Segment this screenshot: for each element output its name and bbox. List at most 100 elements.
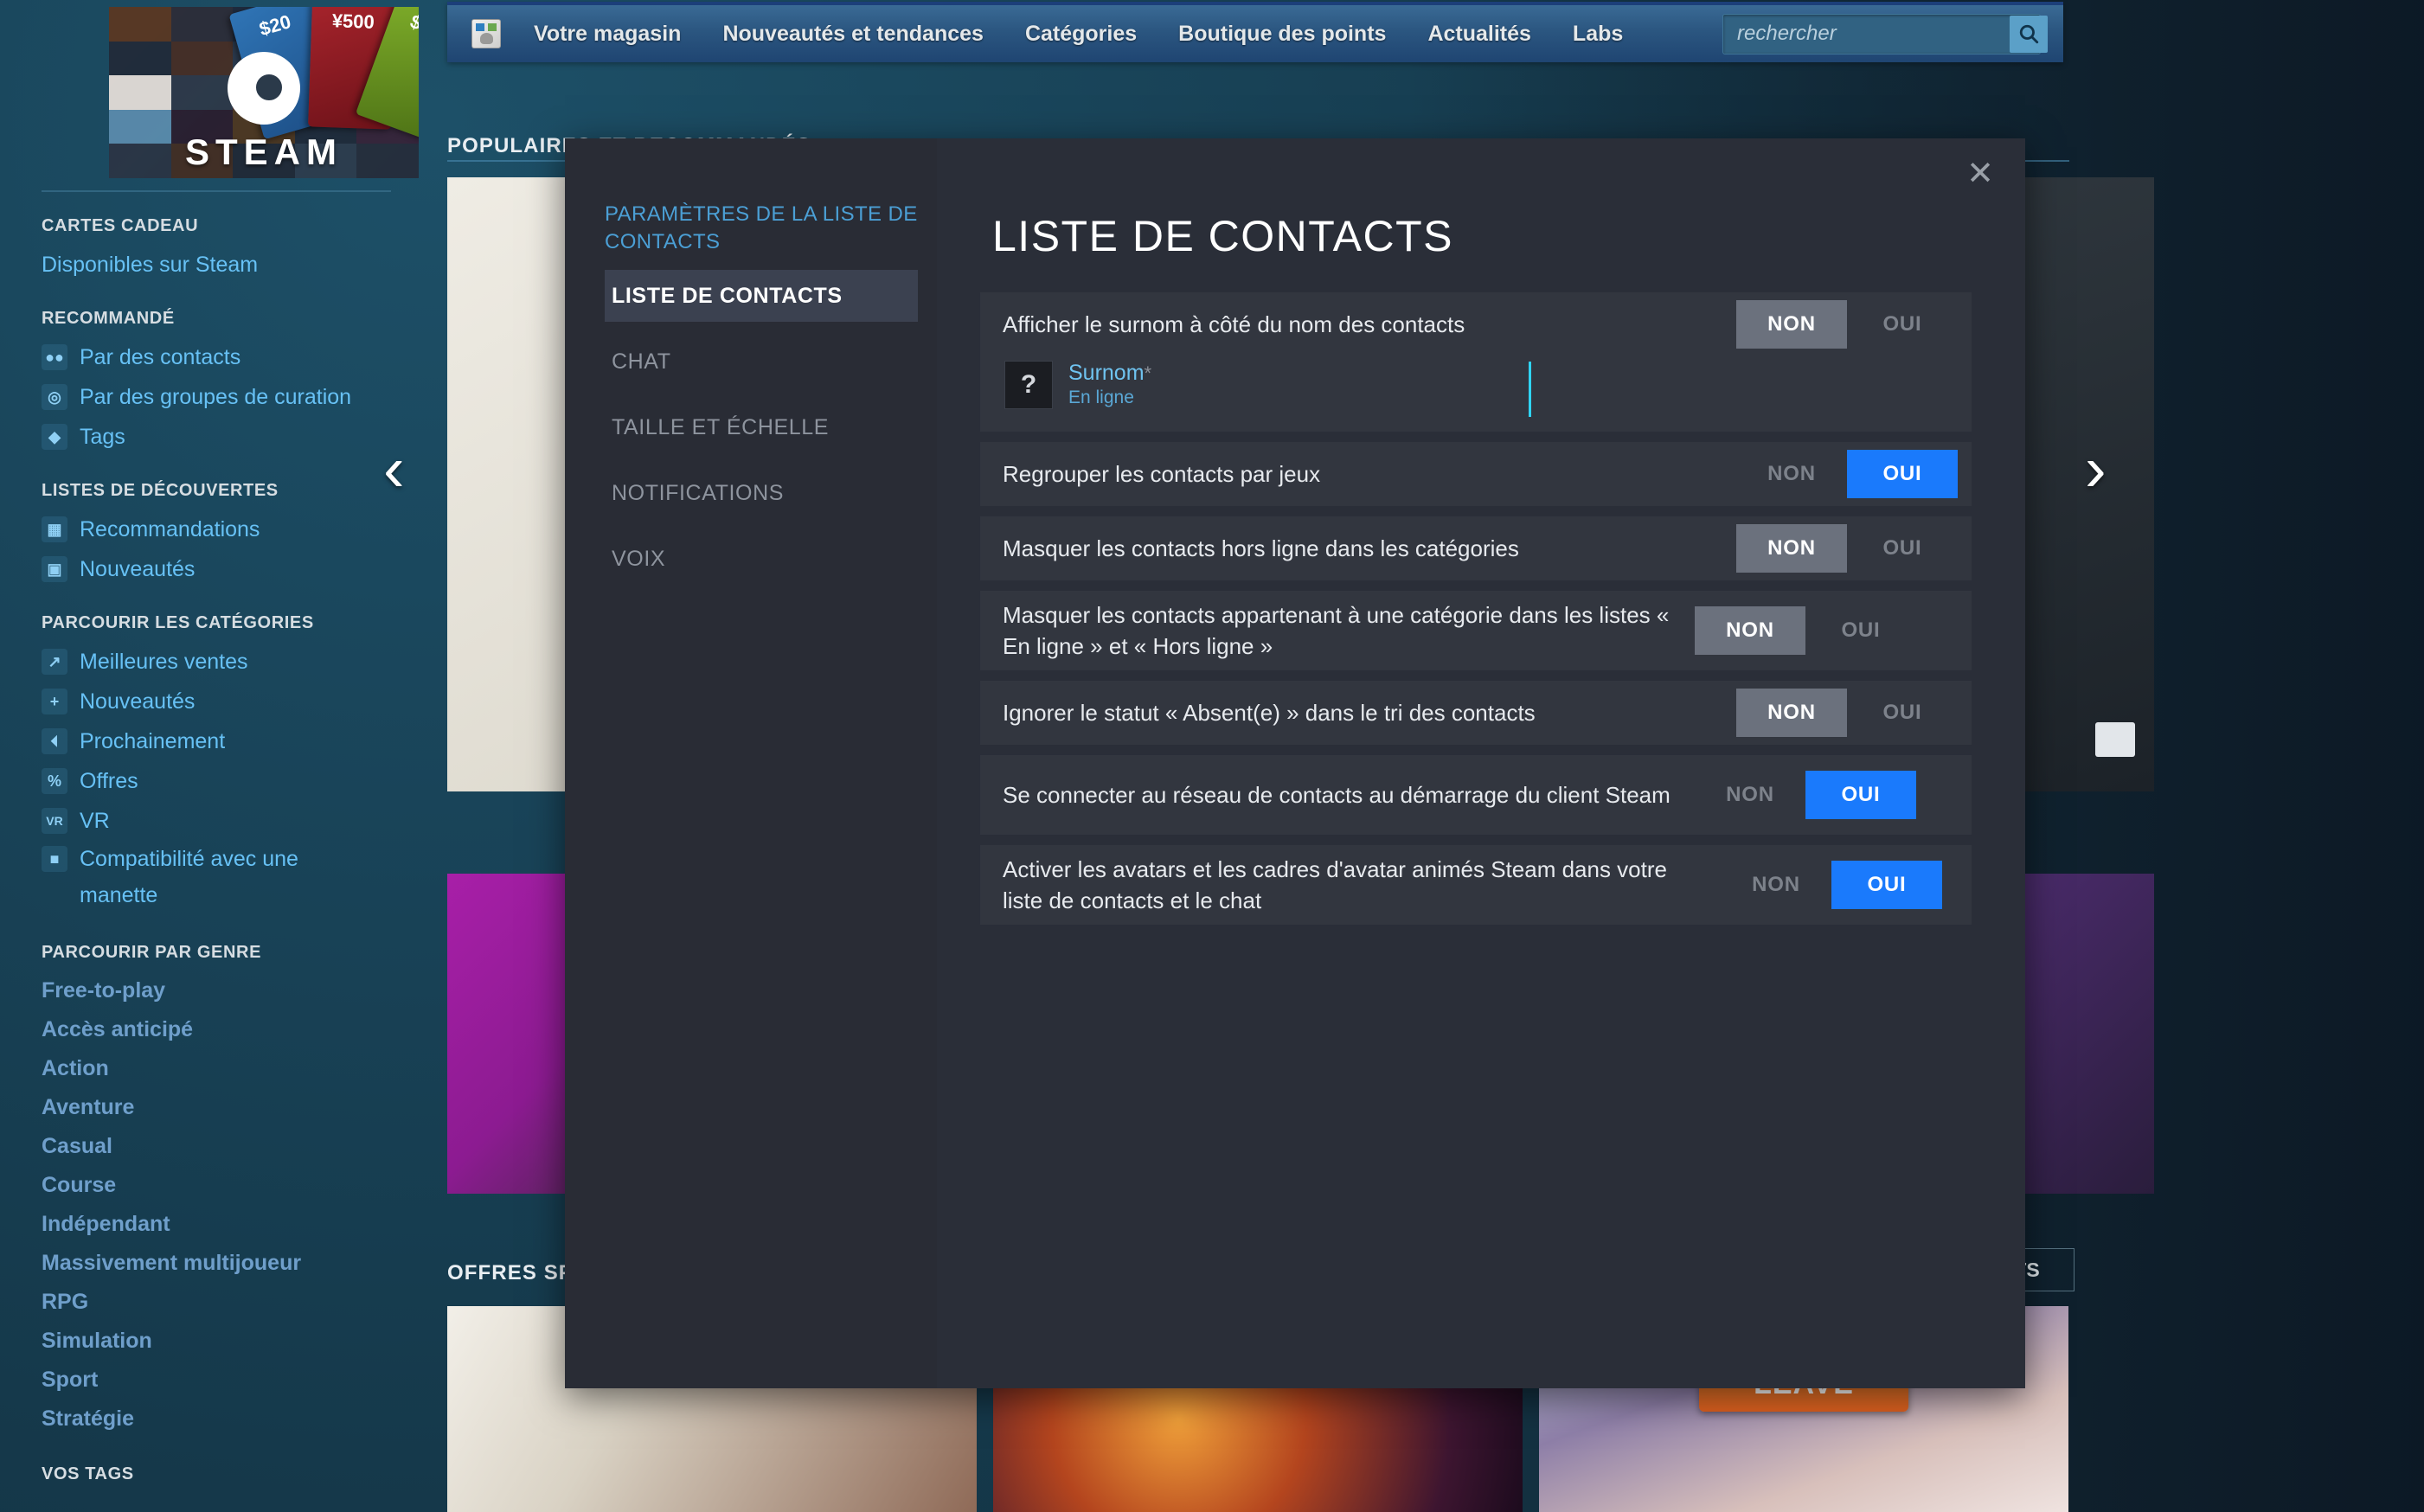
nav-item-categories[interactable]: Catégories: [1004, 22, 1157, 47]
sidebar-genre-racing[interactable]: Course: [42, 1166, 398, 1205]
sidebar-item-label: Nouveautés: [80, 689, 196, 714]
carousel-next-arrow[interactable]: ›: [2085, 437, 2107, 501]
store-navigation-bar: Votre magasin Nouveautés et tendances Ca…: [447, 2, 2063, 62]
sidebar-genre-adventure[interactable]: Aventure: [42, 1088, 398, 1127]
gift-cards-image: $20 ¥500 $100 STEAM: [109, 7, 419, 178]
setting-label: Afficher le surnom à côté du nom des con…: [1003, 311, 1465, 337]
sidebar-genre-strategy[interactable]: Stratégie: [42, 1400, 398, 1438]
nav-item-your-store[interactable]: Votre magasin: [513, 22, 702, 47]
curators-icon: ◎: [42, 384, 67, 410]
setting-row-show-nickname: Afficher le surnom à côté du nom des con…: [980, 292, 1972, 432]
sidebar-item-specials[interactable]: % Offres: [42, 761, 398, 801]
toggle-hide-categorized-in-lists[interactable]: NON OUI: [1695, 606, 1916, 655]
toggle-option-no[interactable]: NON: [1695, 771, 1805, 819]
settings-tab-friends-list[interactable]: LISTE DE CONTACTS: [605, 270, 918, 322]
sidebar-item-tags[interactable]: ◆ Tags: [42, 417, 398, 457]
settings-tab-voice[interactable]: VOIX: [605, 533, 918, 585]
sidebar-item-label: VR: [80, 809, 110, 833]
sidebar-genre-casual[interactable]: Casual: [42, 1127, 398, 1166]
store-grid-icon: [471, 19, 501, 48]
nav-item-labs[interactable]: Labs: [1552, 22, 1644, 47]
clock-icon: ⏴: [42, 728, 67, 754]
settings-dialog-sidebar: PARAMÈTRES DE LA LISTE DE CONTACTS LISTE…: [565, 138, 937, 1388]
toggle-group-by-game[interactable]: NON OUI: [1736, 450, 1958, 498]
sidebar-genre-indie[interactable]: Indépendant: [42, 1205, 398, 1244]
sidebar-heading-recommended: RECOMMANDÉ: [42, 309, 175, 328]
nickname-preview-text: Surnom* En ligne: [1068, 360, 1151, 409]
sidebar-item-new-releases-cat[interactable]: + Nouveautés: [42, 682, 398, 721]
store-sidebar: $20 ¥500 $100 STEAM CARTES CADEAU Dispon…: [0, 0, 419, 1512]
vr-icon: VR: [42, 808, 67, 834]
setting-row-hide-categorized-in-lists: Masquer les contacts appartenant à une c…: [980, 591, 1972, 670]
nav-item-points-shop[interactable]: Boutique des points: [1157, 22, 1407, 47]
toggle-show-nickname[interactable]: NON OUI: [1736, 300, 1958, 349]
sidebar-item-label: Par des contacts: [80, 345, 241, 369]
toggle-option-yes[interactable]: OUI: [1831, 861, 1942, 909]
toggle-option-yes[interactable]: OUI: [1805, 771, 1916, 819]
close-icon[interactable]: ✕: [1966, 157, 1994, 190]
sidebar-item-by-curators[interactable]: ◎ Par des groupes de curation: [42, 377, 398, 417]
search-icon[interactable]: [2010, 15, 2048, 53]
setting-row-animated-avatars: Activer les avatars et les cadres d'avat…: [980, 845, 1972, 925]
toggle-ignore-away-status[interactable]: NON OUI: [1736, 689, 1958, 737]
sidebar-item-vr[interactable]: VR VR: [42, 801, 398, 841]
search-box[interactable]: [1722, 13, 2048, 54]
setting-row-signin-on-startup: Se connecter au réseau de contacts au dé…: [980, 755, 1972, 835]
setting-label: Activer les avatars et les cadres d'avat…: [1003, 856, 1667, 913]
cards-icon: ▦: [42, 516, 67, 542]
sidebar-genre-mmo[interactable]: Massivement multijoueur: [42, 1244, 398, 1283]
sidebar-item-top-sellers[interactable]: ↗ Meilleures ventes: [42, 642, 398, 682]
toggle-signin-on-startup[interactable]: NON OUI: [1695, 771, 1916, 819]
toggle-option-no[interactable]: NON: [1736, 300, 1847, 349]
sidebar-genre-rpg[interactable]: RPG: [42, 1283, 398, 1322]
tag-icon: ◆: [42, 424, 67, 450]
sidebar-item-available-on-steam[interactable]: Disponibles sur Steam: [42, 245, 398, 285]
toggle-option-yes[interactable]: OUI: [1847, 450, 1958, 498]
friends-list-settings-dialog: PARAMÈTRES DE LA LISTE DE CONTACTS LISTE…: [565, 138, 2025, 1388]
sidebar-item-label: Recommandations: [80, 517, 260, 541]
toggle-option-no[interactable]: NON: [1736, 450, 1847, 498]
settings-tab-chat[interactable]: CHAT: [605, 336, 918, 388]
sidebar-genre-action[interactable]: Action: [42, 1049, 398, 1088]
sidebar-genre-free-to-play[interactable]: Free-to-play: [42, 971, 398, 1010]
percent-icon: %: [42, 768, 67, 794]
toggle-hide-offline-in-categories[interactable]: NON OUI: [1736, 524, 1958, 573]
sidebar-genre-simulation[interactable]: Simulation: [42, 1322, 398, 1361]
sidebar-genre-early-access[interactable]: Accès anticipé: [42, 1010, 398, 1049]
store-tile-right[interactable]: [2016, 874, 2154, 1194]
toggle-option-yes[interactable]: OUI: [1847, 300, 1958, 349]
toggle-option-no[interactable]: NON: [1695, 606, 1805, 655]
sidebar-item-controller-support[interactable]: ■ Compatibilité avec une manette: [42, 841, 398, 913]
nav-item-new-and-trending[interactable]: Nouveautés et tendances: [702, 22, 1004, 47]
search-input[interactable]: [1723, 14, 2010, 54]
toggle-option-yes[interactable]: OUI: [1847, 524, 1958, 573]
sidebar-heading-browse-categories: PARCOURIR LES CATÉGORIES: [42, 613, 314, 632]
toggle-option-no[interactable]: NON: [1721, 861, 1831, 909]
toggle-animated-avatars[interactable]: NON OUI: [1721, 861, 1942, 909]
sidebar-item-new-releases[interactable]: ▣ Nouveautés: [42, 549, 398, 589]
settings-tab-notifications[interactable]: NOTIFICATIONS: [605, 467, 918, 519]
sidebar-heading-your-tags: VOS TAGS: [42, 1464, 134, 1483]
preview-name: Surnom: [1068, 361, 1145, 385]
settings-tab-size-and-scale[interactable]: TAILLE ET ÉCHELLE: [605, 401, 918, 453]
sidebar-item-label: Offres: [80, 769, 138, 793]
sidebar-genre-sports[interactable]: Sport: [42, 1361, 398, 1400]
plus-icon: +: [42, 689, 67, 714]
toggle-option-yes[interactable]: OUI: [1847, 689, 1958, 737]
nav-item-news[interactable]: Actualités: [1407, 22, 1551, 47]
gift-card-100-label: $100: [407, 10, 419, 46]
text-cursor: [1529, 362, 1531, 417]
toggle-option-no[interactable]: NON: [1736, 689, 1847, 737]
friends-icon: ●●: [42, 344, 67, 370]
setting-label: Masquer les contacts hors ligne dans les…: [1003, 535, 1519, 561]
setting-label: Se connecter au réseau de contacts au dé…: [1003, 782, 1671, 808]
toggle-option-no[interactable]: NON: [1736, 524, 1847, 573]
sidebar-item-label: Nouveautés: [80, 557, 196, 581]
sidebar-item-upcoming[interactable]: ⏴ Prochainement: [42, 721, 398, 761]
breadcrumb[interactable]: PARAMÈTRES DE LA LISTE DE CONTACTS: [605, 201, 923, 256]
sidebar-item-recommendations[interactable]: ▦ Recommandations: [42, 509, 398, 549]
sidebar-item-by-friends[interactable]: ●● Par des contacts: [42, 337, 398, 377]
toggle-option-yes[interactable]: OUI: [1805, 606, 1916, 655]
sidebar-heading-discovery-lists: LISTES DE DÉCOUVERTES: [42, 481, 279, 500]
sidebar-heading-gift-cards: CARTES CADEAU: [42, 216, 199, 235]
